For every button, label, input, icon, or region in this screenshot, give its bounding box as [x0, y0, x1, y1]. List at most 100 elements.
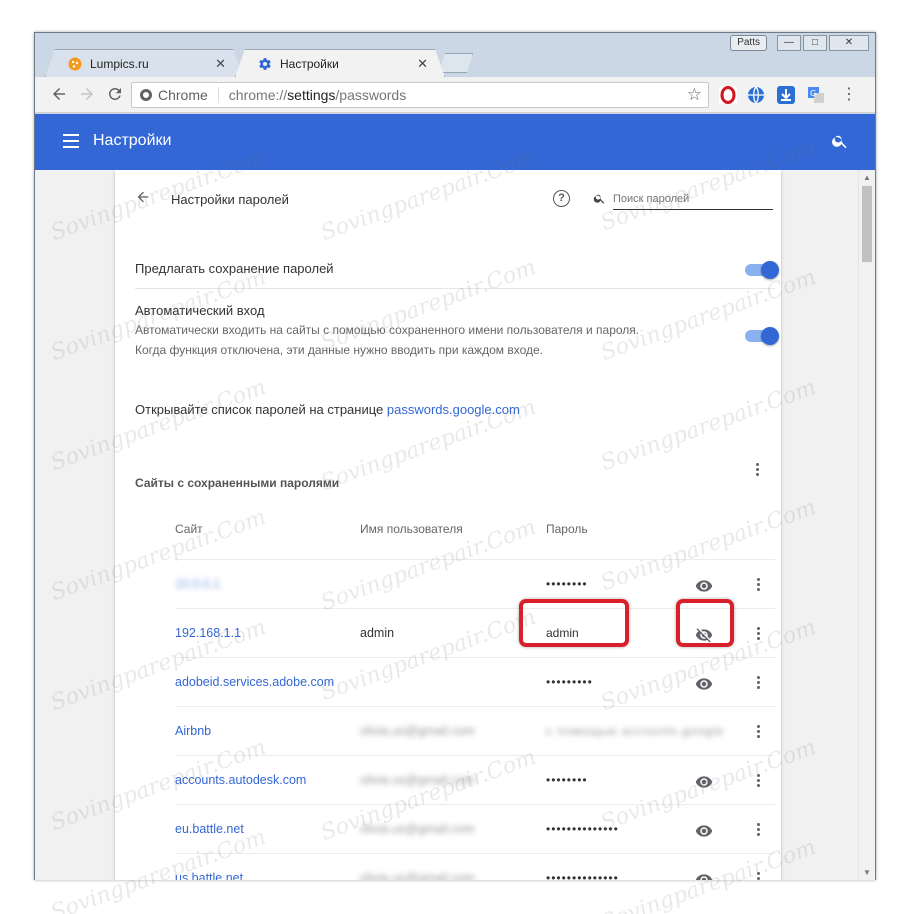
passwords-subheader: Настройки паролей ? — [115, 170, 781, 230]
page-title: Настройки паролей — [171, 192, 289, 207]
row-site-link[interactable]: eu.battle.net — [175, 822, 244, 836]
menu-icon[interactable] — [63, 134, 79, 148]
row-site-link[interactable]: Airbnb — [175, 724, 211, 738]
row-site-link[interactable]: 10.0.0.1 — [175, 577, 220, 591]
arrow-right-icon — [81, 88, 93, 100]
row-username: olivia.us@gmail.com — [360, 871, 475, 880]
tab-lumpics[interactable]: Lumpics.ru ✕ — [45, 49, 243, 77]
lumpics-favicon-icon — [68, 57, 82, 71]
url-text: chrome://settings/passwords — [219, 87, 406, 103]
row-site-link[interactable]: us.battle.net — [175, 871, 243, 880]
auto-signin-description-2: Когда функция отключена, эти данные нужн… — [135, 343, 543, 357]
row-username: olivia.us@gmail.com — [360, 822, 475, 836]
row-more-icon[interactable] — [752, 823, 764, 836]
row-more-icon[interactable] — [752, 578, 764, 591]
search-input[interactable] — [613, 188, 773, 210]
settings-header: Настройки — [35, 114, 875, 170]
url-path: /passwords — [335, 87, 407, 103]
minimize-button[interactable]: — — [777, 35, 801, 51]
profile-button[interactable]: Patts — [730, 35, 767, 51]
browser-menu-button[interactable]: ⋮ — [841, 87, 857, 103]
browser-window: Lumpics.ru ✕ Настройки ✕ Patts — □ ✕ Chr… — [34, 32, 876, 914]
row-site-link[interactable]: accounts.autodesk.com — [175, 773, 306, 787]
row-password: •••••••• — [546, 773, 588, 787]
row-password: ••••••••• — [546, 675, 593, 689]
row-site-link[interactable]: 192.168.1.1 — [175, 626, 241, 640]
svg-text:G: G — [810, 89, 816, 98]
row-more-icon[interactable] — [752, 725, 764, 738]
row-more-icon[interactable] — [752, 676, 764, 689]
column-header-username: Имя пользователя — [360, 522, 463, 536]
bookmark-star-icon[interactable]: ☆ — [687, 85, 702, 105]
window-controls: Patts — □ ✕ — [730, 33, 869, 51]
row-username: admin — [360, 626, 395, 640]
gear-icon — [258, 57, 272, 71]
settings-title: Настройки — [93, 132, 172, 149]
password-highlight — [519, 599, 629, 647]
divider — [135, 288, 775, 289]
close-tab-icon[interactable]: ✕ — [215, 56, 226, 72]
show-password-eye-icon[interactable] — [695, 675, 713, 698]
close-window-button[interactable]: ✕ — [829, 35, 869, 51]
google-passwords-link[interactable]: passwords.google.com — [387, 402, 520, 417]
scrollbar-thumb[interactable] — [862, 186, 872, 262]
password-row: Airbnb olivia.us@gmail.com с помощью accou… — [175, 706, 775, 755]
row-password: •••••••••••••• — [546, 822, 619, 836]
opera-extension-icon[interactable] — [719, 86, 737, 104]
arrow-left-icon — [53, 88, 65, 100]
passwords-card: Настройки паролей ? Предлагать сохранени… — [115, 170, 781, 880]
row-username: olivia.us@gmail.com — [360, 773, 475, 787]
auto-signin-toggle[interactable] — [745, 327, 779, 345]
browser-toolbar: Chrome chrome://settings/passwords ☆ G ⋮ — [35, 77, 875, 113]
address-bar[interactable]: Chrome chrome://settings/passwords ☆ — [131, 82, 709, 108]
reload-button[interactable] — [105, 85, 125, 105]
globe-extension-icon[interactable] — [747, 86, 765, 104]
row-password: с помощью accounts.google — [546, 724, 725, 738]
maximize-button[interactable]: □ — [803, 35, 827, 51]
password-row: accounts.autodesk.com olivia.us@gmail.com… — [175, 755, 775, 804]
back-arrow-icon[interactable] — [135, 189, 151, 210]
help-icon[interactable]: ? — [553, 190, 570, 207]
offer-save-toggle[interactable] — [745, 261, 779, 279]
saved-passwords-heading: Сайты с сохраненными паролями — [135, 476, 340, 490]
search-icon — [593, 192, 606, 210]
row-more-icon[interactable] — [752, 627, 764, 640]
download-extension-icon[interactable] — [777, 86, 795, 104]
auto-signin-row: Автоматический вход Автоматически входит… — [135, 303, 775, 360]
row-username: olivia.us@gmail.com — [360, 724, 475, 738]
chip-label: Chrome — [158, 87, 208, 103]
new-tab-button[interactable] — [439, 53, 473, 73]
search-icon[interactable] — [831, 132, 849, 155]
google-passwords-text: Открывайте список паролей на странице — [135, 402, 387, 417]
tab-strip: Lumpics.ru ✕ Настройки ✕ Patts — □ ✕ — [35, 33, 875, 77]
show-password-eye-icon[interactable] — [695, 773, 713, 796]
tab-label: Lumpics.ru — [90, 56, 149, 71]
eye-button-highlight — [676, 599, 734, 647]
close-tab-icon[interactable]: ✕ — [417, 56, 428, 72]
site-info-chip[interactable]: Chrome — [132, 87, 219, 103]
tab-label: Настройки — [280, 56, 339, 71]
scrollbar[interactable]: ▲ ▼ — [858, 170, 875, 880]
row-site-link[interactable]: adobeid.services.adobe.com — [175, 675, 334, 689]
forward-button[interactable] — [77, 85, 97, 105]
tab-settings[interactable]: Настройки ✕ — [235, 49, 445, 77]
show-password-eye-icon[interactable] — [695, 822, 713, 845]
column-header-password: Пароль — [546, 522, 588, 536]
password-row: eu.battle.net olivia.us@gmail.com ••••••••… — [175, 804, 775, 853]
chrome-icon — [140, 89, 152, 101]
offer-save-row: Предлагать сохранение паролей — [135, 261, 775, 276]
show-password-eye-icon[interactable] — [695, 871, 713, 880]
show-password-eye-icon[interactable] — [695, 577, 713, 600]
url-prefix: chrome:// — [228, 87, 288, 103]
translate-extension-icon[interactable]: G — [807, 86, 825, 104]
row-more-icon[interactable] — [752, 774, 764, 787]
password-row: adobeid.services.adobe.com ••••••••• — [175, 657, 775, 706]
row-more-icon[interactable] — [752, 872, 764, 880]
row-password: •••••••• — [546, 577, 588, 591]
url-host: settings — [287, 87, 336, 103]
reload-icon — [108, 87, 121, 100]
back-button[interactable] — [49, 85, 69, 105]
row-password: •••••••••••••• — [546, 871, 619, 880]
google-passwords-row: Открывайте список паролей на странице pa… — [135, 402, 775, 417]
section-more-icon[interactable] — [751, 463, 763, 476]
